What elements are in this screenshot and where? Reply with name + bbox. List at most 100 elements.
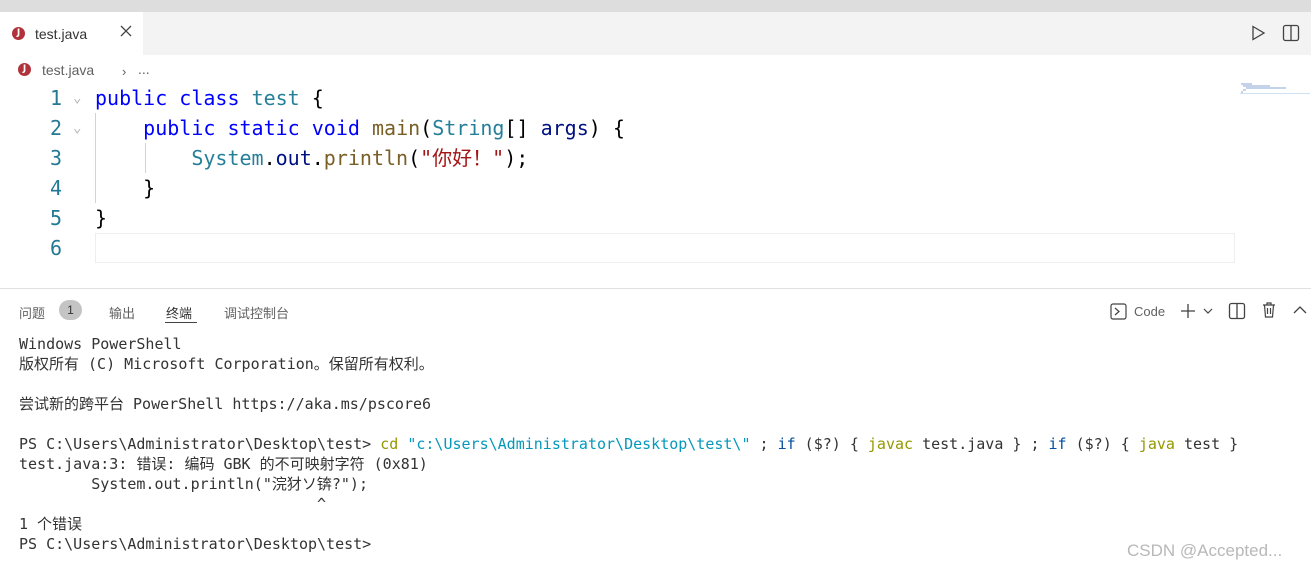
code-line[interactable]: 5} xyxy=(0,203,1240,233)
chevron-right-icon: › xyxy=(122,64,127,79)
cmd-javac: javac xyxy=(867,435,914,453)
code-token: . xyxy=(311,146,324,170)
terminal-icon[interactable] xyxy=(1110,303,1127,320)
code-text: } xyxy=(95,173,155,203)
code-token: args xyxy=(540,116,589,140)
cmd-cd: cd xyxy=(380,435,399,453)
chevron-up-icon[interactable] xyxy=(1292,303,1308,317)
terminal-line: Windows PowerShell xyxy=(19,335,182,353)
cmd-java: java xyxy=(1138,435,1175,453)
code-token: class xyxy=(179,86,240,110)
terminal-error-line: test.java:3: 错误: 编码 GBK 的不可映射字符 (0x81) xyxy=(19,455,428,473)
code-token: ( xyxy=(420,116,433,140)
code-text: public class test { xyxy=(95,83,324,113)
code-line[interactable]: 4 } xyxy=(0,173,1240,203)
breadcrumb-more[interactable]: ... xyxy=(138,61,150,77)
cmd-path: "c:\Users\Administrator\Desktop\test\" xyxy=(398,435,751,453)
code-token: . xyxy=(263,146,276,170)
code-token: } xyxy=(95,206,108,230)
terminal-error-line: System.out.println("浣犲ソ锛?"); xyxy=(19,475,368,493)
code-editor[interactable]: 1 ⌄ public class test {2 ⌄ public static vo… xyxy=(0,83,1240,263)
code-token: test xyxy=(251,86,300,110)
terminal-command-line: PS C:\Users\Administrator\Desktop\test> … xyxy=(19,434,1238,454)
terminal-output[interactable]: Windows PowerShell 版权所有 (C) Microsoft Co… xyxy=(19,334,1238,554)
plus-icon[interactable] xyxy=(1179,302,1197,320)
window-top-strip xyxy=(0,0,1311,12)
code-token: ) { xyxy=(588,116,625,140)
cmd-if: if xyxy=(777,435,796,453)
line-number: 1 xyxy=(49,86,62,110)
code-token: "你好！" xyxy=(420,146,505,170)
code-token: out xyxy=(275,146,312,170)
fold-chevron-icon[interactable]: ⌄ xyxy=(73,83,81,113)
code-token: ); xyxy=(504,146,529,170)
split-terminal-icon[interactable] xyxy=(1228,302,1246,320)
active-tab-indicator xyxy=(165,322,197,323)
minimap[interactable] xyxy=(1240,82,1310,96)
code-token: println xyxy=(323,146,409,170)
terminal-line: 尝试新的跨平台 PowerShell https://aka.ms/pscore… xyxy=(19,395,432,413)
cmd-cond: ($?) { xyxy=(795,435,868,453)
tab-debug-console[interactable]: 调试控制台 xyxy=(224,303,289,322)
line-number: 4 xyxy=(49,176,62,200)
line-number: 2 xyxy=(49,116,62,140)
code-token: System xyxy=(191,146,264,170)
code-line[interactable]: 1 ⌄ public class test { xyxy=(0,83,1240,113)
code-line[interactable]: 2 ⌄ public static void main(String[] args… xyxy=(0,113,1240,143)
code-token: main xyxy=(371,116,421,140)
problems-count-badge: 1 xyxy=(59,300,82,320)
tab-test-java[interactable]: J test.java xyxy=(0,12,143,55)
terminal-prompt: PS C:\Users\Administrator\Desktop\test> xyxy=(19,435,381,453)
cmd-sep: ; xyxy=(750,435,778,453)
java-file-icon: J xyxy=(12,27,25,40)
code-line[interactable]: 6 xyxy=(0,233,1240,263)
breadcrumb-file[interactable]: test.java xyxy=(42,62,94,78)
terminal-line: 版权所有 (C) Microsoft Corporation。保留所有权利。 xyxy=(19,355,434,373)
code-token: static xyxy=(227,116,300,140)
code-text: } xyxy=(95,203,107,233)
code-token: ( xyxy=(408,146,421,170)
tab-problems[interactable]: 问题 xyxy=(19,303,45,322)
chevron-down-icon[interactable] xyxy=(1202,305,1214,317)
fold-chevron-icon[interactable]: ⌄ xyxy=(73,113,81,143)
tab-terminal[interactable]: 终端 xyxy=(166,303,192,322)
watermark: CSDN @Accepted... xyxy=(1127,541,1283,560)
cmd-if: if xyxy=(1048,435,1067,453)
code-token: public xyxy=(143,116,216,140)
terminal-profile-label[interactable]: Code xyxy=(1134,304,1165,319)
terminal-prompt: PS C:\Users\Administrator\Desktop\test> xyxy=(19,535,372,553)
cmd-arg: test } xyxy=(1174,435,1239,453)
code-text: System.out.println("你好！"); xyxy=(95,143,528,173)
code-token: public xyxy=(95,86,168,110)
tab-output[interactable]: 输出 xyxy=(109,303,135,322)
code-token: String xyxy=(432,116,505,140)
split-editor-icon[interactable] xyxy=(1282,24,1300,42)
line-number: 5 xyxy=(49,206,62,230)
trash-icon[interactable] xyxy=(1260,301,1278,319)
terminal-error-line: ^ xyxy=(19,495,327,513)
cmd-cond: ($?) { xyxy=(1066,435,1139,453)
code-token: } xyxy=(95,176,156,200)
line-number: 3 xyxy=(49,146,62,170)
editor-tab-bar: J test.java xyxy=(0,12,1311,55)
run-icon[interactable] xyxy=(1250,25,1266,41)
code-token: void xyxy=(311,116,360,140)
cmd-arg: test.java } ; xyxy=(913,435,1049,453)
panel-divider xyxy=(0,288,1311,289)
code-line[interactable]: 3 System.out.println("你好！"); xyxy=(0,143,1240,173)
terminal-error-line: 1 个错误 xyxy=(19,515,83,533)
close-icon[interactable] xyxy=(118,23,134,39)
code-token: [] xyxy=(504,116,541,140)
code-token: { xyxy=(299,86,324,110)
tab-label: test.java xyxy=(35,26,88,42)
java-file-icon: J xyxy=(18,63,31,76)
